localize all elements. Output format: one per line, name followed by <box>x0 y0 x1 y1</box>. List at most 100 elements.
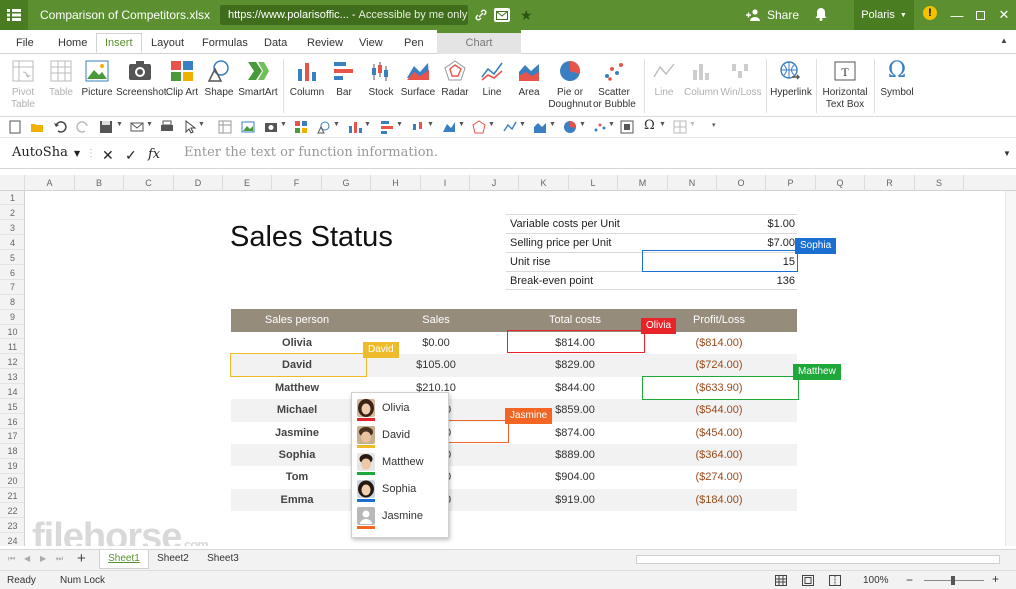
tab-insert[interactable]: Insert <box>96 33 142 53</box>
page-break-view-icon[interactable] <box>829 575 841 586</box>
bar-chart-icon[interactable] <box>380 120 394 134</box>
chevron-down-icon[interactable]: ▼ <box>364 121 371 128</box>
chevron-down-icon[interactable]: ▼ <box>427 121 434 128</box>
area-chart-button[interactable]: Area <box>513 58 545 99</box>
row-header[interactable]: 16 <box>0 415 24 429</box>
horizontal-scrollbar[interactable] <box>636 555 1000 564</box>
row-header[interactable]: 17 <box>0 429 24 444</box>
chevron-down-icon[interactable]: ▼ <box>146 121 153 128</box>
column-header[interactable]: P <box>766 175 816 191</box>
last-sheet-icon[interactable]: ⏭ <box>56 554 63 564</box>
omega-symbol-icon[interactable]: Ω <box>644 118 658 133</box>
collaborator-item-sophia[interactable]: Sophia <box>352 477 448 504</box>
row-header[interactable]: 5 <box>0 251 24 265</box>
column-header[interactable]: G <box>322 175 371 191</box>
pie-chart-icon[interactable] <box>563 120 577 134</box>
restore-button[interactable] <box>968 0 992 30</box>
picture-icon[interactable] <box>241 120 255 134</box>
table-button[interactable]: Table <box>44 58 78 99</box>
user-menu[interactable]: Polaris ▼ <box>854 0 914 30</box>
row-header[interactable]: 23 <box>0 519 24 534</box>
tab-view[interactable]: View <box>359 34 383 54</box>
page-layout-view-icon[interactable] <box>802 575 814 586</box>
previous-sheet-icon[interactable]: ◀ <box>24 554 30 563</box>
collaborator-item-olivia[interactable]: Olivia <box>352 396 448 423</box>
radar-chart-button[interactable]: Radar <box>439 58 471 99</box>
header-sales-person[interactable]: Sales person <box>265 314 329 326</box>
app-menu-button[interactable] <box>0 0 28 30</box>
picture-button[interactable]: Picture <box>80 58 114 99</box>
column-header[interactable]: C <box>124 175 174 191</box>
column-header[interactable]: O <box>717 175 766 191</box>
close-button[interactable]: ✕ <box>992 0 1016 30</box>
grid-icon[interactable] <box>673 120 687 134</box>
column-chart-button[interactable]: Column <box>289 58 325 99</box>
cancel-icon[interactable]: ✕ <box>102 147 114 164</box>
expand-formula-icon[interactable]: ▼ <box>1003 149 1011 158</box>
header-total-costs[interactable]: Total costs <box>549 314 601 326</box>
star-icon[interactable]: ★ <box>520 7 533 24</box>
zoom-in-icon[interactable]: + <box>992 572 999 586</box>
surface-chart-button[interactable]: Surface <box>400 58 436 99</box>
row-header[interactable]: 11 <box>0 340 24 355</box>
column-header[interactable]: L <box>569 175 618 191</box>
drag-handle-icon[interactable]: ⋮ <box>86 148 96 159</box>
column-chart-icon[interactable] <box>348 120 362 134</box>
info-row[interactable]: Variable costs per Unit $1.00 <box>506 214 797 233</box>
text-box-icon[interactable] <box>620 120 634 134</box>
tab-home[interactable]: Home <box>58 34 87 54</box>
select-all-corner[interactable] <box>0 175 25 191</box>
sparkline-line-button[interactable]: Line <box>650 58 678 99</box>
table-row[interactable]: Tom 0 $904.00 ($274.00) <box>231 466 797 488</box>
column-header[interactable]: N <box>668 175 717 191</box>
column-header[interactable]: F <box>272 175 322 191</box>
column-header[interactable]: B <box>75 175 124 191</box>
header-sales[interactable]: Sales <box>422 314 450 326</box>
row-header[interactable]: 6 <box>0 266 24 280</box>
column-header[interactable]: D <box>174 175 223 191</box>
row-header[interactable]: 18 <box>0 444 24 459</box>
document-title[interactable]: Comparison of Competitors.xlsx <box>40 8 210 22</box>
chevron-down-icon[interactable]: ▼ <box>116 121 123 128</box>
table-icon[interactable] <box>218 120 232 134</box>
pie-chart-button[interactable]: Pie or Doughnut <box>547 58 593 111</box>
scatter-chart-button[interactable]: Scatter or Bubble <box>593 58 636 111</box>
print-icon[interactable] <box>160 120 174 134</box>
symbol-button[interactable]: Ω Symbol <box>880 58 914 99</box>
save-icon[interactable] <box>99 120 113 134</box>
row-header[interactable]: 19 <box>0 459 24 474</box>
row-header[interactable]: 24 <box>0 534 24 546</box>
tab-pen[interactable]: Pen <box>404 34 424 54</box>
chevron-down-icon[interactable]: ▼ <box>488 121 495 128</box>
column-header[interactable]: R <box>865 175 915 191</box>
name-box[interactable]: AutoSha ▼ <box>12 145 80 160</box>
bar-chart-button[interactable]: Bar <box>329 58 359 99</box>
scatter-chart-icon[interactable] <box>593 120 607 134</box>
sparkline-winloss-button[interactable]: Win/Loss <box>720 58 762 99</box>
column-header[interactable]: Q <box>816 175 865 191</box>
sparkline-column-button[interactable]: Column <box>684 58 718 99</box>
undo-icon[interactable] <box>53 120 67 134</box>
tab-review[interactable]: Review <box>307 34 343 54</box>
tab-layout[interactable]: Layout <box>151 34 184 54</box>
tab-data[interactable]: Data <box>264 34 287 54</box>
next-sheet-icon[interactable]: ▶ <box>40 554 46 563</box>
confirm-check-icon[interactable]: ✓ <box>125 147 137 164</box>
row-header[interactable]: 1 <box>0 191 24 206</box>
surface-chart-icon[interactable] <box>442 120 456 134</box>
row-header[interactable]: 7 <box>0 280 24 295</box>
tab-file[interactable]: File <box>16 34 34 54</box>
mail-icon[interactable] <box>494 8 510 22</box>
zoom-level[interactable]: 100% <box>863 575 889 586</box>
collaborator-item-matthew[interactable]: Matthew <box>352 450 448 477</box>
chevron-down-icon[interactable]: ▼ <box>608 121 615 128</box>
more-tools-icon[interactable]: ▾ <box>712 121 716 129</box>
row-header[interactable]: 13 <box>0 370 24 385</box>
chevron-down-icon[interactable]: ▼ <box>198 121 205 128</box>
open-folder-icon[interactable] <box>30 120 44 134</box>
row-header[interactable]: 15 <box>0 400 24 414</box>
text-box-button[interactable]: T Horizontal Text Box <box>820 58 870 111</box>
worksheet[interactable]: Sales Status Variable costs per Unit $1.0… <box>26 191 1016 546</box>
row-header[interactable]: 20 <box>0 474 24 489</box>
column-header[interactable]: S <box>915 175 964 191</box>
